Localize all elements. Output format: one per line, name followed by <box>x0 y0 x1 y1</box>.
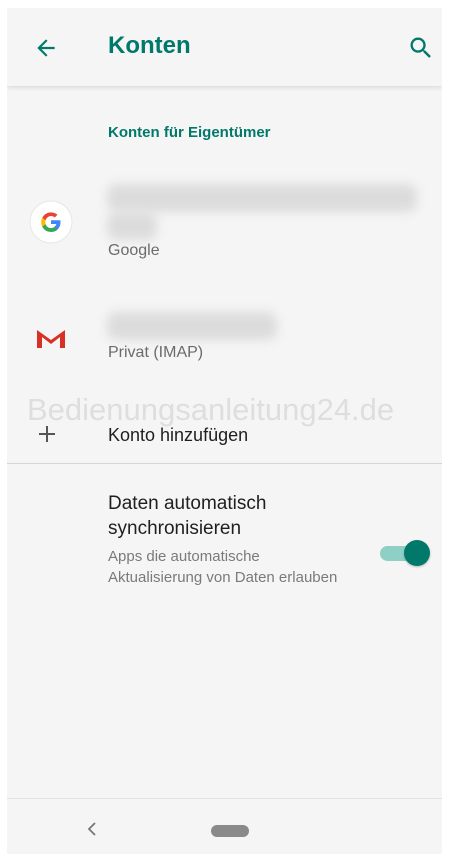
account-email-redacted-line2 <box>107 212 157 240</box>
auto-sync-description: Apps die automatische Aktualisierung von… <box>108 548 338 586</box>
divider <box>7 463 442 464</box>
arrow-left-icon <box>37 39 55 57</box>
back-button[interactable] <box>33 35 59 61</box>
system-nav-bar <box>7 798 442 854</box>
plus-icon <box>35 422 59 446</box>
section-header: Konten für Eigentümer <box>108 124 271 141</box>
search-button[interactable] <box>407 34 435 62</box>
app-bar: Konten <box>7 8 442 86</box>
add-account-button[interactable]: Konto hinzufügen <box>7 408 442 462</box>
account-email-redacted <box>107 184 417 212</box>
account-type-label: Google <box>108 242 160 259</box>
search-icon <box>410 37 431 58</box>
auto-sync-toggle[interactable] <box>378 539 430 567</box>
add-account-label: Konto hinzufügen <box>108 425 249 445</box>
google-icon <box>29 200 73 244</box>
auto-sync-title: Daten automatisch synchronisieren <box>108 493 267 539</box>
toggle-thumb <box>404 540 430 566</box>
gmail-icon <box>29 316 73 360</box>
account-email-redacted <box>107 312 277 340</box>
nav-home-pill-icon[interactable] <box>211 825 249 837</box>
account-row-google[interactable]: Google <box>7 178 442 278</box>
nav-back-button[interactable] <box>85 821 99 837</box>
nav-back-icon <box>87 822 96 836</box>
auto-sync-setting[interactable]: Daten automatisch synchronisieren Apps d… <box>7 486 442 626</box>
screen: Konten Konten für Eigentümer Google Priv… <box>7 8 442 854</box>
account-row-imap[interactable]: Privat (IMAP) <box>7 298 442 378</box>
page-title: Konten <box>108 32 191 59</box>
account-type-label: Privat (IMAP) <box>108 344 204 361</box>
